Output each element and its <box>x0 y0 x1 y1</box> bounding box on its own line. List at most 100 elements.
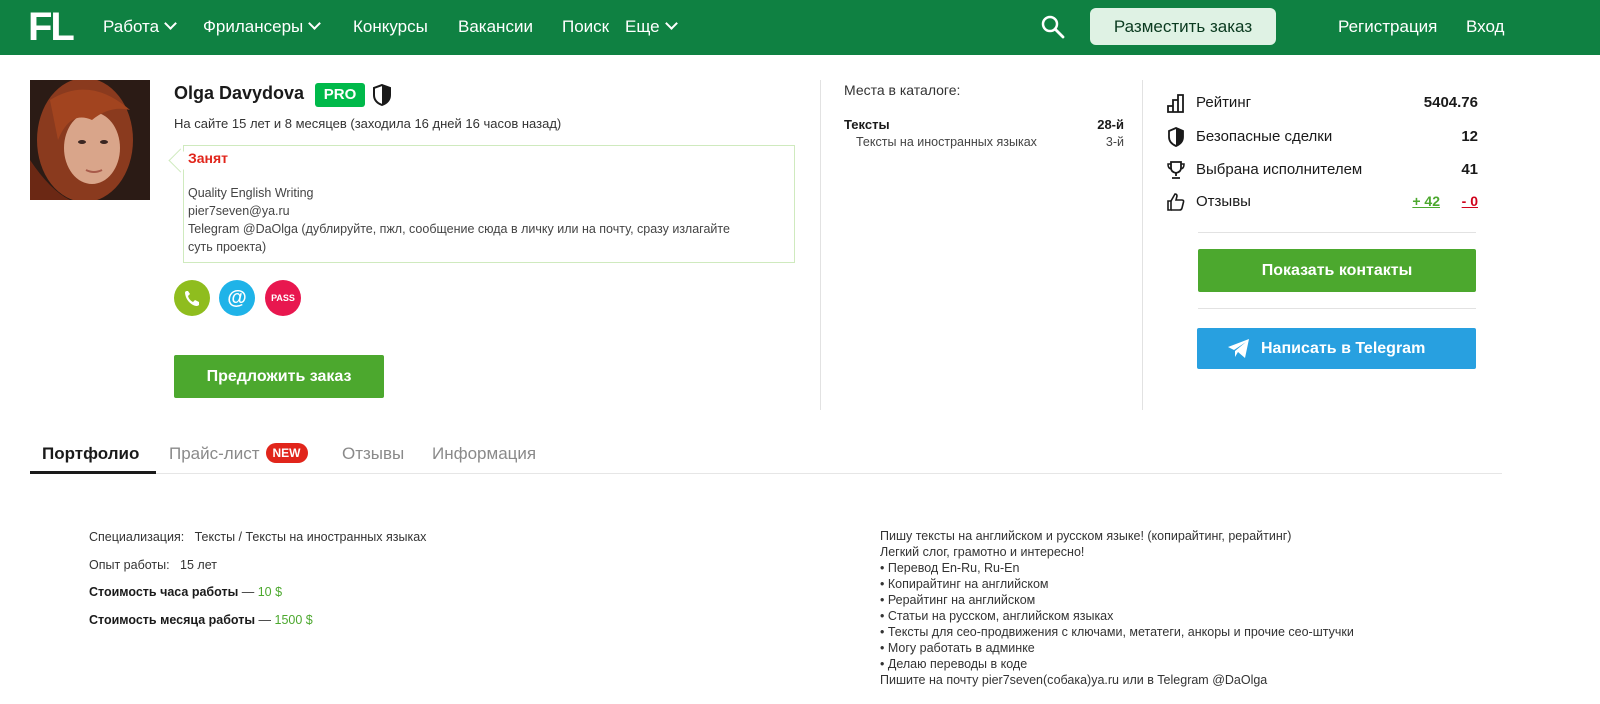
login-link[interactable]: Вход <box>1466 16 1504 38</box>
catalog-place: 28-й <box>1097 117 1124 132</box>
nav-item-contests[interactable]: Конкурсы <box>353 16 428 38</box>
status-line: Telegram @DaOlga (дублируйте, пжл, сообщ… <box>188 222 730 236</box>
status-line: суть проекта) <box>188 240 267 254</box>
phone-icon <box>185 291 199 306</box>
nav-item-label: Поиск <box>562 17 610 36</box>
description-line: Пишите на почту pier7seven(собака)ya.ru … <box>880 673 1268 687</box>
profile-tabs: Портфолио Прайс-лист NEW Отзывы Информаци… <box>30 443 1502 474</box>
negative-reviews-link[interactable]: - 0 <box>1462 193 1478 209</box>
description-line: • Рерайтинг на английском <box>880 593 1036 607</box>
status-line: Quality English Writing <box>188 186 314 200</box>
nav-item-label: Еще <box>625 17 660 36</box>
telegram-icon <box>1228 339 1249 358</box>
new-badge: NEW <box>265 443 308 463</box>
column-divider <box>1142 80 1143 410</box>
thumbs-up-icon <box>1167 193 1185 211</box>
specialization-line: Специализация: Тексты / Тексты на иностр… <box>89 530 426 544</box>
description-line: • Копирайтинг на английском <box>880 577 1049 591</box>
trophy-icon <box>1167 161 1185 179</box>
tab-label: Прайс-лист <box>169 444 260 463</box>
nav-item-label: Фрилансеры <box>203 17 304 36</box>
reviews-label: Отзывы <box>1196 193 1251 210</box>
catalog-category: Тексты <box>844 117 890 132</box>
specialization-value[interactable]: Тексты / Тексты на иностранных языках <box>195 530 427 544</box>
shield-icon <box>1168 127 1184 147</box>
telegram-button-label: Написать в Telegram <box>1261 340 1426 357</box>
nav-item-work[interactable]: Работа <box>103 16 177 38</box>
nav-item-label: Работа <box>103 17 160 36</box>
status-line: pier7seven@ya.ru <box>188 204 290 218</box>
tab-info[interactable]: Информация <box>432 444 536 474</box>
profile-description: Пишу тексты на английском и русском язык… <box>880 528 1354 688</box>
monthly-rate-value: 1500 $ <box>274 613 313 627</box>
description-line: • Делаю переводы в коде <box>880 657 1028 671</box>
rating-value: 5404.76 <box>1423 94 1478 111</box>
catalog-title: Места в каталоге: <box>844 82 961 98</box>
dash-separator: — <box>238 585 258 599</box>
nav-item-search[interactable]: Поиск <box>562 16 609 38</box>
pro-badge[interactable]: PRO <box>315 83 365 107</box>
chevron-down-icon <box>164 17 177 30</box>
experience-value: 15 лет <box>180 558 217 572</box>
divider <box>1198 308 1476 309</box>
top-navigation-bar: FL Работа Фрилансеры Конкурсы Вакансии П… <box>0 0 1600 55</box>
description-line: • Тексты для сео-продвижения с ключами, … <box>880 625 1354 639</box>
chevron-down-icon <box>308 17 322 30</box>
monthly-rate-line: Стоимость месяца работы — 1500 $ <box>89 613 313 627</box>
member-since-text: На сайте 15 лет и 8 месяцев (заходила 16… <box>174 116 562 131</box>
hourly-rate-line: Стоимость часа работы — 10 $ <box>89 585 282 599</box>
description-line: Легкий слог, грамотно и интересно! <box>880 545 1085 559</box>
catalog-subcategory: Тексты на иностранных языках <box>856 135 1037 149</box>
email-verified-icon[interactable]: @ <box>219 280 255 316</box>
shield-icon[interactable] <box>372 84 392 106</box>
status-message: Quality English Writing pier7seven@ya.ru… <box>188 184 788 256</box>
tab-portfolio[interactable]: Портфолио <box>42 444 139 474</box>
search-icon[interactable] <box>1040 14 1066 40</box>
positive-reviews-link[interactable]: + 42 <box>1412 193 1440 209</box>
dash-separator: — <box>255 613 275 627</box>
column-divider <box>820 80 821 410</box>
bar-chart-icon <box>1167 94 1184 113</box>
profile-name[interactable]: Olga Davydova <box>174 83 304 104</box>
description-line: • Перевод En-Ru, Ru-En <box>880 561 1020 575</box>
specialization-label: Специализация: <box>89 530 185 544</box>
passport-verified-icon[interactable]: PASS <box>265 280 301 316</box>
nav-item-vacancies[interactable]: Вакансии <box>458 16 533 38</box>
status-bubble: Занят Quality English Writing pier7seven… <box>183 145 795 263</box>
phone-verified-icon[interactable] <box>174 280 210 316</box>
reviews-stat: Отзывы + 42 - 0 <box>1166 190 1478 214</box>
description-line: Пишу тексты на английском и русском язык… <box>880 529 1292 543</box>
show-contacts-button[interactable]: Показать контакты <box>1198 249 1476 292</box>
catalog-place: 3-й <box>1105 135 1124 149</box>
rating-label: Рейтинг <box>1196 94 1252 111</box>
telegram-button[interactable]: Написать в Telegram <box>1197 328 1476 369</box>
chosen-value: 41 <box>1461 161 1478 178</box>
active-tab-indicator <box>30 471 156 474</box>
description-line: • Статьи на русском, английском языках <box>880 609 1114 623</box>
nav-item-label: Конкурсы <box>353 17 428 36</box>
place-order-button[interactable]: Разместить заказ <box>1090 8 1276 45</box>
divider <box>1198 232 1476 233</box>
chosen-label: Выбрана исполнителем <box>1196 161 1363 178</box>
chevron-down-icon <box>664 17 678 30</box>
tab-pricelist[interactable]: Прайс-лист NEW <box>169 443 308 474</box>
nav-item-more[interactable]: Еще <box>625 16 678 38</box>
avatar <box>30 80 150 200</box>
experience-label: Опыт работы: <box>89 558 170 572</box>
nav-item-label: Вакансии <box>458 17 533 36</box>
hourly-rate-label: Стоимость часа работы <box>89 585 239 599</box>
email-icon: @ <box>227 287 247 309</box>
site-logo[interactable]: FL <box>28 7 75 47</box>
safe-deals-stat: Безопасные сделки 12 <box>1166 125 1478 149</box>
nav-item-freelancers[interactable]: Фрилансеры <box>203 16 322 38</box>
register-link[interactable]: Регистрация <box>1338 16 1437 38</box>
rating-stat: Рейтинг 5404.76 <box>1166 91 1478 115</box>
busy-status: Занят <box>188 150 229 166</box>
hourly-rate-value: 10 $ <box>257 585 283 599</box>
tab-reviews[interactable]: Отзывы <box>342 444 404 474</box>
experience-line: Опыт работы: 15 лет <box>89 558 217 572</box>
offer-order-button[interactable]: Предложить заказ <box>174 355 384 398</box>
monthly-rate-label: Стоимость месяца работы <box>89 613 256 627</box>
passport-icon: PASS <box>271 293 295 303</box>
chosen-stat: Выбрана исполнителем 41 <box>1166 158 1478 182</box>
